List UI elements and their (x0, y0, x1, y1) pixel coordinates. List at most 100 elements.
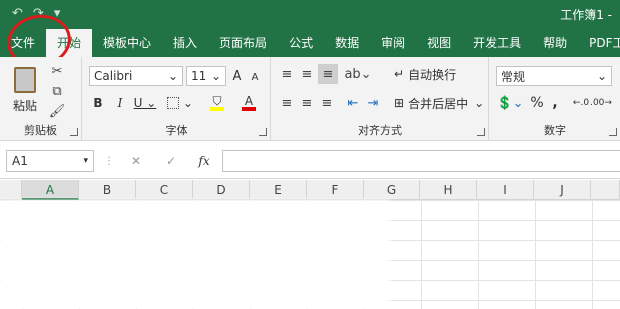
blurred-cell-region (0, 200, 390, 309)
font-name-select[interactable]: Calibri ⌄ (89, 66, 183, 86)
chevron-down-icon: ⌄ (596, 69, 607, 83)
column-header-b[interactable]: B (79, 180, 136, 200)
column-header-e[interactable]: E (250, 180, 307, 200)
name-box[interactable]: A1 ▾ (6, 150, 94, 172)
paste-button[interactable]: 粘贴 (8, 61, 42, 119)
align-left-icon[interactable]: ≡ (278, 93, 296, 113)
align-bottom-icon[interactable]: ≡ (318, 64, 338, 84)
column-header-g[interactable]: G (364, 180, 420, 200)
tab-data[interactable]: 数据 (324, 29, 370, 57)
underline-icon: U (133, 96, 143, 110)
number-format-value: 常规 (501, 69, 526, 84)
font-launcher-icon[interactable] (259, 128, 267, 136)
window-title: 工作簿1 - (560, 8, 612, 22)
number-format-select[interactable]: 常规 ⌄ (496, 66, 612, 86)
underline-button[interactable]: U ⌄ (133, 93, 157, 113)
fill-color-button[interactable]: ⛉ (203, 93, 231, 113)
wrap-text-label: 自动换行 (408, 67, 457, 82)
cut-icon[interactable]: ✂ (48, 63, 66, 79)
clipboard-icon (14, 66, 36, 93)
increase-indent-icon[interactable]: ⇥ (364, 93, 382, 113)
enter-icon[interactable]: ✓ (160, 150, 182, 172)
tab-formulas[interactable]: 公式 (278, 29, 324, 57)
font-name-value: Calibri (94, 69, 133, 83)
increase-decimal-icon[interactable]: ←.0 (572, 93, 590, 113)
shrink-font-button[interactable]: A (247, 68, 263, 86)
currency-icon[interactable]: 💲⌄ (496, 93, 524, 113)
fx-icon: fx (198, 154, 210, 168)
clipboard-launcher-icon[interactable] (70, 128, 78, 136)
ribbon-tabs: 文件 开始 模板中心 插入 页面布局 公式 数据 审阅 视图 开发工具 帮助 P… (0, 29, 620, 57)
font-size-select[interactable]: 11 ⌄ (186, 66, 226, 86)
formula-input[interactable] (222, 150, 620, 172)
decrease-indent-icon[interactable]: ⇤ (344, 93, 362, 113)
clipboard-group: 粘贴 ✂ ⧉ 🖌 剪贴板 (0, 57, 82, 141)
worksheet[interactable]: A B C D E F G H I J (0, 180, 620, 309)
bold-icon: B (93, 96, 103, 110)
percent-button[interactable]: % (528, 93, 546, 113)
tab-help[interactable]: 帮助 (532, 29, 578, 57)
align-center-icon[interactable]: ≡ (298, 93, 316, 113)
merge-center-label: 合并后居中 (408, 96, 469, 111)
tab-view[interactable]: 视图 (416, 29, 462, 57)
tab-page-layout[interactable]: 页面布局 (208, 29, 278, 57)
clipboard-group-label: 剪贴板 (24, 124, 57, 137)
grow-font-icon: A (232, 68, 242, 84)
decrease-decimal-icon[interactable]: .00→ (590, 93, 612, 113)
tab-developer[interactable]: 开发工具 (462, 29, 532, 57)
name-box-value: A1 (12, 154, 28, 168)
paint-bucket-icon: ⛉ (212, 94, 222, 108)
comma-button[interactable]: , (548, 93, 562, 113)
bold-button[interactable]: B (89, 93, 107, 113)
formula-bar-dots-icon[interactable]: ⋮ (104, 150, 114, 172)
tab-templates[interactable]: 模板中心 (92, 29, 162, 57)
orientation-icon[interactable]: ab⌄ (344, 64, 372, 84)
align-right-icon[interactable]: ≡ (318, 93, 336, 113)
chevron-down-icon: ⌄ (210, 69, 221, 83)
border-button[interactable]: ⌄ (167, 93, 193, 113)
chevron-down-icon: ▾ (83, 156, 88, 166)
align-middle-icon[interactable]: ≡ (298, 64, 316, 84)
column-header-j[interactable]: J (534, 180, 591, 200)
wrap-text-button[interactable]: ↵ 自动换行 (394, 64, 484, 84)
column-header-h[interactable]: H (420, 180, 477, 200)
tab-insert[interactable]: 插入 (162, 29, 208, 57)
column-header-d[interactable]: D (193, 180, 250, 200)
align-top-icon[interactable]: ≡ (278, 64, 296, 84)
select-all-corner[interactable] (0, 180, 22, 200)
merge-center-button[interactable]: ⊞ 合并后居中 ⌄ (394, 93, 486, 113)
italic-button[interactable]: I (111, 93, 129, 113)
copy-icon[interactable]: ⧉ (48, 83, 66, 99)
column-header-k[interactable] (591, 180, 620, 200)
percent-icon: % (530, 95, 544, 111)
fill-color-swatch (210, 107, 224, 111)
font-color-icon: A (244, 94, 254, 108)
cancel-icon[interactable]: ✕ (125, 150, 147, 172)
font-color-button[interactable]: A (235, 93, 263, 113)
number-group: 常规 ⌄ 💲⌄ % , ←.0 .00→ 数字 (490, 57, 620, 141)
column-header-a[interactable]: A (22, 180, 79, 200)
italic-icon: I (117, 96, 123, 110)
enter-glyph: ✓ (165, 154, 177, 168)
font-group: Calibri ⌄ 11 ⌄ A A B I U ⌄ ⌄ ⛉ A 字体 (83, 57, 271, 141)
insert-function-button[interactable]: fx (192, 150, 216, 172)
column-header-f[interactable]: F (307, 180, 364, 200)
grow-font-button[interactable]: A (229, 66, 245, 86)
alignment-group-label: 对齐方式 (358, 124, 402, 137)
number-launcher-icon[interactable] (609, 128, 617, 136)
shrink-font-icon: A (251, 71, 259, 83)
chevron-down-icon: ⌄ (167, 69, 178, 83)
tab-review[interactable]: 审阅 (370, 29, 416, 57)
paste-label: 粘贴 (12, 98, 37, 113)
column-header-c[interactable]: C (136, 180, 193, 200)
format-painter-icon[interactable]: 🖌 (48, 103, 66, 119)
formula-bar: A1 ▾ ⋮ ✕ ✓ fx (0, 143, 620, 179)
font-size-value: 11 (191, 69, 207, 83)
column-header-i[interactable]: I (477, 180, 534, 200)
cancel-glyph: ✕ (130, 154, 142, 168)
comma-icon: , (552, 95, 558, 111)
alignment-group: ≡ ≡ ≡ ab⌄ ↵ 自动换行 ≡ ≡ ≡ ⇤ ⇥ ⊞ 合并后居中 ⌄ 对齐方… (272, 57, 489, 141)
font-group-label: 字体 (165, 124, 188, 137)
tab-pdf[interactable]: PDF工具 (578, 29, 620, 57)
alignment-launcher-icon[interactable] (477, 128, 485, 136)
